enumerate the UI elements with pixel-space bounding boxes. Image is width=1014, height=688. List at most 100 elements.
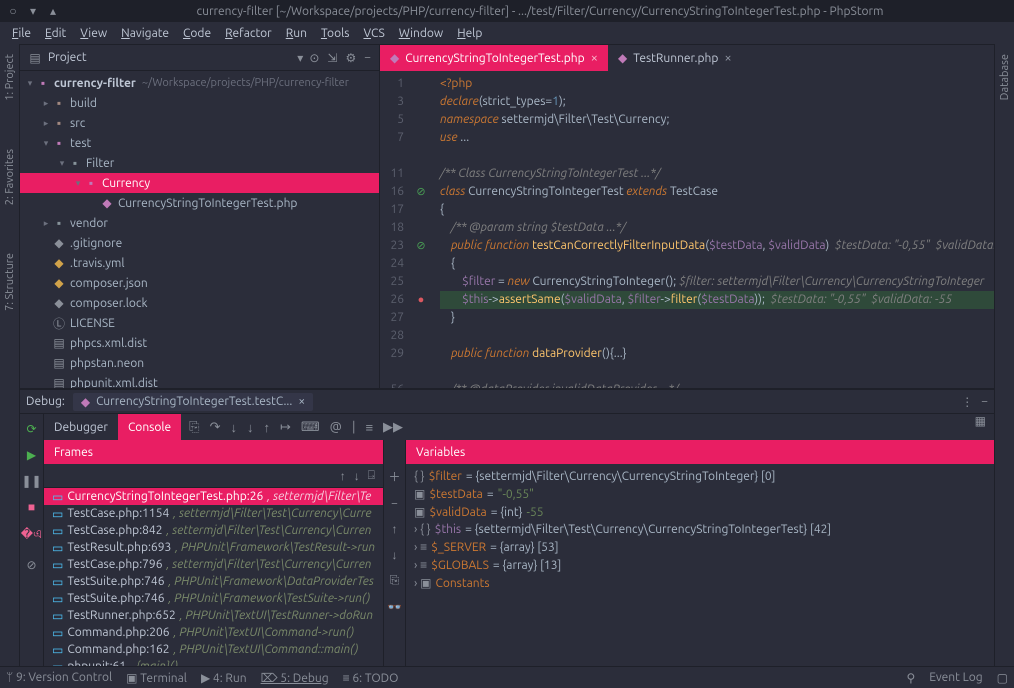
project-view-dropdown-icon[interactable]: ▾ (297, 51, 303, 65)
close-icon[interactable]: × (591, 51, 598, 65)
menu-tools[interactable]: Tools (315, 25, 356, 42)
code-line[interactable]: class CurrencyStringToIntegerTest extend… (440, 183, 994, 201)
menu-navigate[interactable]: Navigate (115, 25, 175, 42)
window-minimize-icon[interactable]: ▾ (28, 4, 38, 18)
add-watch-icon[interactable]: ＋ (388, 468, 400, 485)
console-tab[interactable]: Console (118, 414, 181, 440)
marker-gutter[interactable]: ⊘⊘●▶ (410, 71, 432, 388)
variable-row[interactable]: ▣ $testData = "-0,55" (406, 485, 994, 503)
variable-row[interactable]: › ≡ $_SERVER = {array} [53] (406, 538, 994, 556)
code-line[interactable]: /** Class CurrencyStringToIntegerTest ..… (440, 165, 994, 183)
window-menu-icon[interactable]: ○ (8, 4, 18, 18)
tree-arrow-icon[interactable]: ▸ (40, 118, 52, 129)
tool-structure[interactable]: 7: Structure (2, 249, 18, 315)
pause-icon[interactable]: ❚❚ (21, 474, 41, 488)
code-line[interactable]: } (440, 309, 994, 327)
gutter-mark[interactable] (410, 255, 432, 273)
code-line[interactable] (440, 363, 994, 381)
stack-frame[interactable]: ▭Command.php:206, PHPUnit\TextUI\Command… (44, 624, 383, 641)
gutter-mark[interactable] (410, 93, 432, 111)
tree-node[interactable]: ▤phpstan.neon (20, 353, 379, 373)
evaluate-icon[interactable]: ⌨ (301, 420, 320, 435)
tool-database[interactable]: Database (997, 50, 1013, 104)
gutter-mark[interactable]: ● (410, 291, 432, 309)
gutter-mark[interactable] (410, 345, 432, 363)
step-over-icon[interactable]: ↷ (210, 420, 221, 435)
view-breakpoints-icon[interactable]: �এ (21, 526, 42, 546)
stop-icon[interactable]: ■ (28, 500, 35, 514)
variable-row[interactable]: › ▣ Constants (406, 574, 994, 592)
menu-code[interactable]: Code (177, 25, 217, 42)
code-line[interactable]: /** @param string $testData ...*/ (440, 219, 994, 237)
variable-row[interactable]: › { } $this = {settermjd\Filter\Test\Cur… (406, 521, 994, 538)
statusbar-item[interactable]: ▣ Terminal (126, 671, 187, 685)
settings-icon[interactable]: ≡ (365, 420, 373, 435)
code-line[interactable] (440, 147, 994, 165)
gutter-mark[interactable] (410, 165, 432, 183)
code-line[interactable]: public function dataProvider(){...} (440, 345, 994, 363)
code-line[interactable]: { (440, 201, 994, 219)
tree-node[interactable]: ◆CurrencyStringToIntegerTest.php (20, 193, 379, 213)
menu-help[interactable]: Help (451, 25, 488, 42)
rerun-icon[interactable]: ⟳ (26, 422, 36, 436)
code-line[interactable]: use ... (440, 129, 994, 147)
stack-frame[interactable]: ▭phpunit:61, {main}() (44, 658, 383, 666)
stack-frame[interactable]: ▭TestRunner.php:652, PHPUnit\TextUI\Test… (44, 607, 383, 624)
tool-favorites[interactable]: 2: Favorites (2, 145, 18, 209)
menu-vcs[interactable]: VCS (357, 25, 390, 42)
step-into-icon[interactable]: ↓ (230, 420, 237, 435)
tree-arrow-icon[interactable]: ▸ (40, 98, 52, 109)
run-to-cursor-icon[interactable]: ↦ (280, 420, 291, 435)
tree-arrow-icon[interactable]: ▸ (40, 218, 52, 229)
close-icon[interactable]: × (298, 395, 305, 408)
tree-node[interactable]: ⓁLICENSE (20, 313, 379, 333)
gutter-mark[interactable] (410, 129, 432, 147)
statusbar-right-item[interactable]: ▢ (997, 671, 1008, 685)
collapse-all-icon[interactable]: ⇲ (327, 51, 337, 65)
tree-node[interactable]: ◆composer.lock (20, 293, 379, 313)
autoscroll-icon[interactable]: ⊙ (309, 51, 319, 65)
statusbar-item[interactable]: ≡ 6: TODO (343, 671, 399, 685)
statusbar-right-item[interactable]: Event Log (929, 671, 982, 684)
menu-run[interactable]: Run (280, 25, 313, 42)
mute-breakpoints-icon[interactable]: ⊘ (26, 558, 36, 572)
code-line[interactable]: /** @dataProvider invalidDataProvider ..… (440, 381, 994, 388)
statusbar-item[interactable]: ᛘ 9: Version Control (6, 671, 112, 685)
tree-node[interactable]: ▾▪Filter (20, 153, 379, 173)
menu-refactor[interactable]: Refactor (219, 25, 278, 42)
copy-watch-icon[interactable]: ⎘ (390, 574, 400, 588)
variable-row[interactable]: { } $filter = {settermjd\Filter\Currency… (406, 468, 994, 485)
variable-row[interactable]: ▣ $validData = {int} -55 (406, 503, 994, 521)
tree-node[interactable]: ▾▪Currency (20, 173, 379, 193)
gutter-mark[interactable]: ⊘ (410, 183, 432, 201)
tree-node[interactable]: ▸▪build (20, 93, 379, 113)
gutter-mark[interactable]: ⊘ (410, 237, 432, 255)
stack-frame[interactable]: ▭TestCase.php:1154, settermjd\Filter\Tes… (44, 505, 383, 522)
frames-list[interactable]: ▭CurrencyStringToIntegerTest.php:26, set… (44, 488, 383, 666)
statusbar-item[interactable]: ⌦ 5: Debug (261, 671, 329, 685)
more-icon[interactable]: ⋮ (961, 395, 973, 409)
prev-frame-icon[interactable]: ↑ (340, 469, 346, 483)
code-line[interactable]: $filter = new CurrencyStringToInteger();… (440, 273, 994, 291)
stack-frame[interactable]: ▭TestResult.php:693, PHPUnit\Framework\T… (44, 539, 383, 556)
stack-frame[interactable]: ▭TestSuite.php:746, PHPUnit\Framework\Da… (44, 573, 383, 590)
next-frame-icon[interactable]: ↓ (354, 469, 360, 483)
resume-program-icon[interactable]: ▶▶ (383, 420, 403, 435)
stack-frame[interactable]: ▭TestCase.php:842, settermjd\Filter\Test… (44, 522, 383, 539)
watch-up-icon[interactable]: ↑ (392, 522, 398, 536)
stack-frame[interactable]: ▭Command.php:162, PHPUnit\TextUI\Command… (44, 641, 383, 658)
tree-node[interactable]: ▾▪test (20, 133, 379, 153)
gutter-mark[interactable] (410, 201, 432, 219)
statusbar-item[interactable]: ▶ 4: Run (201, 671, 247, 685)
tree-node[interactable]: ◆.gitignore (20, 233, 379, 253)
settings-gear-icon[interactable]: ⚙ (345, 51, 356, 65)
code-line[interactable]: { (440, 255, 994, 273)
remove-watch-icon[interactable]: − (391, 497, 398, 510)
menu-view[interactable]: View (74, 25, 113, 42)
tree-node[interactable]: ▤phpcs.xml.dist (20, 333, 379, 353)
code-line[interactable]: <?php (440, 75, 994, 93)
menu-file[interactable]: File (6, 25, 37, 42)
tool-project[interactable]: 1: Project (2, 50, 18, 105)
code-line[interactable] (440, 327, 994, 345)
tree-node[interactable]: ◆.travis.yml (20, 253, 379, 273)
